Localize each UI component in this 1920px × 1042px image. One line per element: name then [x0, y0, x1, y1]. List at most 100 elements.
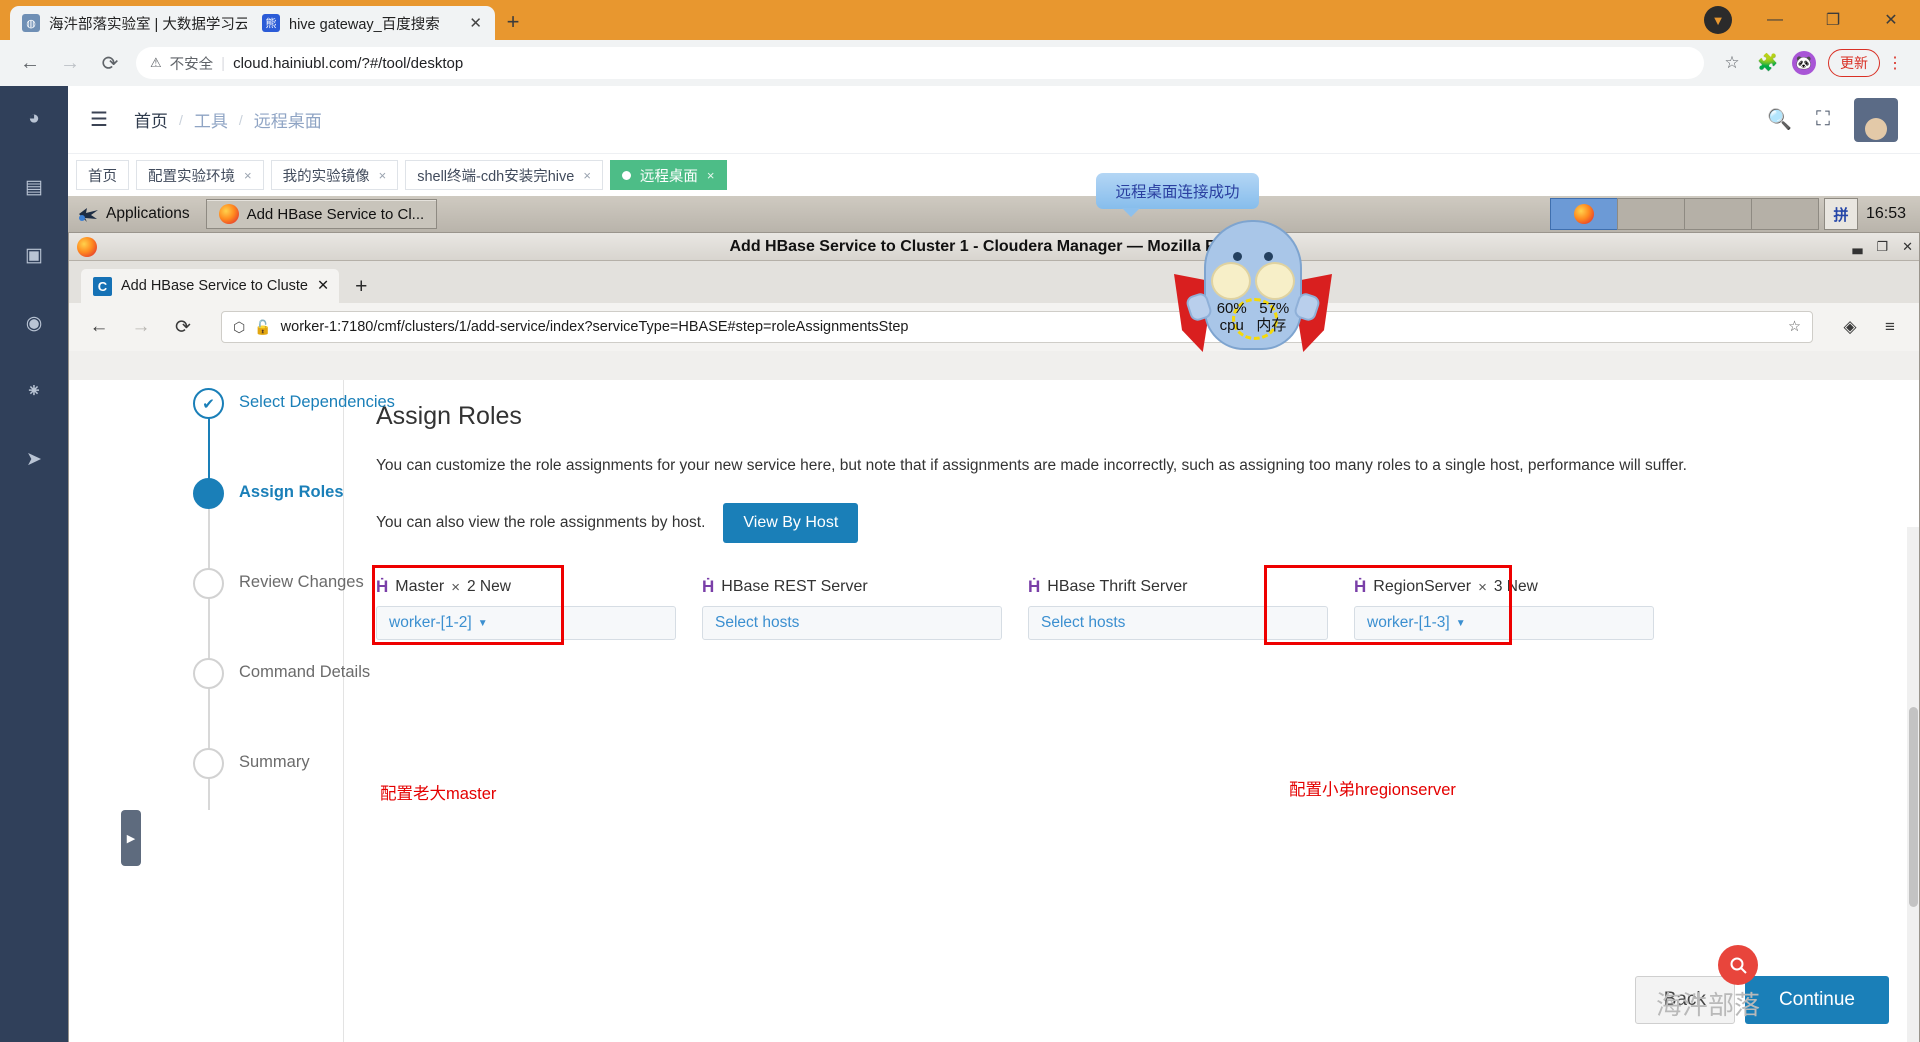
- tray-workspace-4[interactable]: [1750, 198, 1819, 230]
- wizard-step-select-dependencies[interactable]: ✔ Select Dependencies: [69, 388, 395, 480]
- check-icon: ✔: [193, 388, 224, 419]
- forward-button[interactable]: →: [50, 43, 90, 83]
- host-selector-thrift-server[interactable]: Select hosts: [1028, 606, 1328, 641]
- minimize-button[interactable]: —: [1746, 0, 1804, 40]
- host-selector-regionserver[interactable]: worker-[1-3] ▼: [1354, 606, 1654, 641]
- mascot-eye-left: [1233, 252, 1242, 261]
- close-icon[interactable]: ×: [707, 168, 715, 183]
- address-bar[interactable]: ⚠ 不安全 | cloud.hainiubl.com/?#/tool/deskt…: [136, 47, 1704, 79]
- app-tab-config-env[interactable]: 配置实验环境 ×: [136, 160, 264, 190]
- document-icon[interactable]: ▤: [19, 172, 49, 202]
- close-icon[interactable]: ✕: [466, 14, 485, 32]
- firefox-address-bar[interactable]: ⬡ 🔓 worker-1:7180/cmf/clusters/1/add-ser…: [221, 311, 1813, 343]
- share-icon[interactable]: ⁕: [19, 376, 49, 406]
- resource-stats: 60% 57% cpu 内存: [1186, 300, 1320, 335]
- continue-button[interactable]: Continue: [1744, 976, 1889, 1024]
- role-group-regionserver: Ḣ RegionServer × 3 New worker-[1-3] ▼: [1354, 577, 1654, 641]
- close-button[interactable]: ✕: [1862, 0, 1920, 40]
- breadcrumb-item-home[interactable]: 首页: [134, 107, 168, 132]
- close-icon[interactable]: ×: [379, 168, 387, 183]
- wizard-step-summary: Summary: [69, 748, 343, 840]
- send-icon[interactable]: ➤: [19, 444, 49, 474]
- assign-roles-content: Assign Roles You can customize the role …: [344, 380, 1919, 1042]
- tray-workspace-3[interactable]: [1683, 198, 1752, 230]
- pocket-icon[interactable]: ▼: [1704, 6, 1732, 34]
- globe-icon[interactable]: ◉: [19, 308, 49, 338]
- back-button[interactable]: ←: [10, 43, 50, 83]
- cloudera-manager-page: ✔ Select Dependencies Assign Roles Revie…: [69, 380, 1919, 1042]
- firefox-tab-cloudera[interactable]: C Add HBase Service to Cluste ✕: [81, 269, 340, 303]
- tray-workspace-2[interactable]: [1616, 198, 1685, 230]
- menu-toggle-icon[interactable]: ☰: [90, 107, 108, 132]
- chrome-menu-icon[interactable]: ⋮: [1880, 53, 1910, 73]
- wizard-sidebar: ✔ Select Dependencies Assign Roles Revie…: [69, 380, 395, 1042]
- sidebar-collapse-handle[interactable]: ▶: [121, 810, 141, 866]
- chrome-tab-baidu[interactable]: 熊 hive gateway_百度搜索 ✕: [250, 6, 495, 40]
- close-icon[interactable]: ✕: [317, 278, 329, 294]
- host-selector-rest-server[interactable]: Select hosts: [702, 606, 1002, 641]
- fullscreen-icon[interactable]: ⛶: [1816, 108, 1830, 131]
- page-scrollbar[interactable]: [1907, 527, 1919, 1042]
- forward-button[interactable]: →: [123, 309, 159, 345]
- wizard-step-command-details: Command Details: [69, 658, 370, 750]
- reload-button[interactable]: ⟳: [90, 43, 130, 83]
- role-times-symbol: ×: [451, 578, 460, 596]
- role-assignment-grid: Ḣ Master × 2 New worker-[1-2] ▼ Ḣ HBase …: [372, 565, 1879, 646]
- page-description: You can customize the role assignments f…: [376, 457, 1687, 474]
- bookmark-star-icon[interactable]: ☆: [1788, 319, 1801, 335]
- firefox-tab-title: Add HBase Service to Cluste: [121, 278, 308, 294]
- role-name: RegionServer: [1373, 578, 1472, 596]
- app-tab-label: 我的实验镜像: [282, 168, 370, 185]
- chrome-tab-title: hive gateway_百度搜索: [289, 16, 440, 33]
- app-tab-my-images[interactable]: 我的实验镜像 ×: [270, 160, 399, 190]
- pocket-icon[interactable]: ◈: [1833, 317, 1867, 337]
- step-dot-icon: [193, 568, 224, 599]
- current-step-dot-icon: [193, 478, 224, 509]
- annotation-master: 配置老大master: [380, 785, 497, 803]
- wizard-step-review-changes: Review Changes: [69, 568, 364, 660]
- update-button[interactable]: 更新: [1828, 49, 1880, 77]
- cpu-label: cpu: [1219, 317, 1244, 335]
- firefox-icon: [77, 237, 97, 257]
- extensions-icon[interactable]: 🧩: [1750, 45, 1786, 81]
- new-tab-button[interactable]: +: [500, 11, 526, 37]
- chrome-tab-hainiu[interactable]: ◍ 海汼部落实验室 | 大数据学习云环 ✕: [10, 6, 285, 40]
- search-icon[interactable]: 🔍: [1767, 107, 1792, 132]
- grid-icon[interactable]: ▣: [19, 240, 49, 270]
- restore-button[interactable]: ❐: [1876, 239, 1888, 255]
- minimize-button[interactable]: ▃: [1852, 239, 1862, 255]
- close-button[interactable]: ✕: [1902, 239, 1913, 255]
- breadcrumb-separator: /: [178, 111, 183, 128]
- applications-menu[interactable]: Applications: [68, 205, 200, 223]
- view-by-host-button[interactable]: View By Host: [723, 503, 859, 544]
- dashboard-icon[interactable]: ◕: [19, 104, 49, 134]
- memory-label: 内存: [1256, 317, 1287, 335]
- reload-button[interactable]: ⟳: [165, 309, 201, 345]
- host-selector-master[interactable]: worker-[1-2] ▼: [376, 606, 676, 641]
- close-icon[interactable]: ×: [244, 168, 252, 183]
- app-tab-remote-desktop[interactable]: 远程桌面 ×: [609, 160, 727, 190]
- clock: 16:53: [1865, 205, 1906, 222]
- maximize-button[interactable]: ❐: [1804, 0, 1862, 40]
- avatar[interactable]: [1854, 97, 1898, 142]
- breadcrumb-item-remote-desktop[interactable]: 远程桌面: [254, 107, 322, 132]
- taskbar-window-button[interactable]: Add HBase Service to Cl...: [205, 199, 438, 229]
- app-tab-home[interactable]: 首页: [76, 160, 129, 190]
- host-selector-value: Select hosts: [715, 614, 800, 632]
- search-fab-button[interactable]: [1718, 945, 1758, 985]
- wizard-step-assign-roles[interactable]: Assign Roles: [69, 478, 344, 570]
- ime-indicator[interactable]: 拼: [1823, 198, 1858, 230]
- breadcrumb-item-tools[interactable]: 工具: [194, 107, 228, 132]
- bookmark-star-icon[interactable]: ☆: [1714, 45, 1750, 81]
- back-button[interactable]: ←: [81, 309, 117, 345]
- step-dot-icon: [193, 748, 224, 779]
- remote-desktop-viewport[interactable]: Applications Add HBase Service to Cl... …: [68, 196, 1920, 1042]
- tray-workspace-1[interactable]: [1549, 198, 1618, 230]
- firefox-new-tab-button[interactable]: +: [355, 275, 367, 299]
- firefox-menu-icon[interactable]: ≡: [1873, 317, 1907, 337]
- role-group-rest-server: Ḣ HBase REST Server Select hosts: [702, 577, 1002, 641]
- close-icon[interactable]: ×: [583, 168, 591, 183]
- app-tab-shell-terminal[interactable]: shell终端-cdh安装完hive ×: [405, 160, 603, 190]
- scrollbar-thumb[interactable]: [1909, 707, 1918, 907]
- profile-avatar[interactable]: 🐼: [1786, 45, 1822, 81]
